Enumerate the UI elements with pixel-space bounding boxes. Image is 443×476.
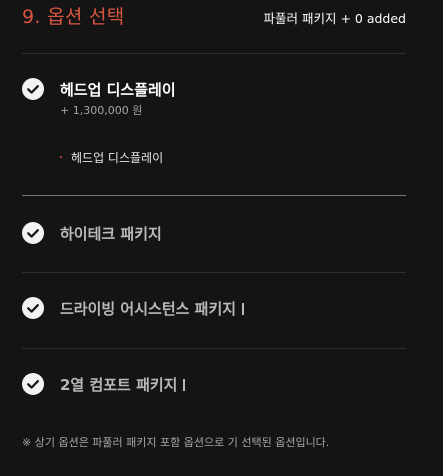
detail-label: 헤드업 디스플레이	[71, 151, 164, 165]
divider	[22, 348, 406, 349]
info-icon[interactable]	[183, 378, 186, 391]
option-price: + 1,300,000 원	[60, 104, 143, 117]
option-head-up-display[interactable]: 헤드업 디스플레이 + 1,300,000 원	[22, 78, 406, 118]
section-title: 9. 옵션 선택	[22, 6, 125, 28]
divider	[22, 53, 406, 54]
divider	[22, 272, 406, 273]
check-circle-icon[interactable]	[22, 297, 44, 319]
option-2nd-row-comfort-package[interactable]: 2열 컴포트 패키지	[22, 373, 406, 397]
option-label: 2열 컴포트 패키지	[60, 376, 178, 394]
footnote: ※ 상기 옵션은 파풀러 패키지 포함 옵션으로 기 선택된 옵션입니다.	[22, 436, 330, 449]
option-detail-item: 헤드업 디스플레이	[60, 149, 163, 166]
header: 9. 옵션 선택 파풀러 패키지 + 0 added	[22, 0, 406, 32]
option-label-wrap: 2열 컴포트 패키지	[60, 374, 186, 395]
option-label: 드라이빙 어시스턴스 패키지	[60, 300, 237, 318]
option-label: 하이테크 패키지	[60, 225, 162, 243]
option-label: 헤드업 디스플레이	[60, 81, 176, 99]
option-label-wrap: 드라이빙 어시스턴스 패키지	[60, 298, 245, 319]
check-circle-icon[interactable]	[22, 78, 44, 100]
option-hi-tech-package[interactable]: 하이테크 패키지	[22, 222, 406, 246]
bullet-icon	[60, 155, 62, 158]
info-icon[interactable]	[242, 302, 245, 315]
added-summary: 파풀러 패키지 + 0 added	[263, 11, 406, 26]
divider	[22, 195, 406, 196]
check-circle-icon[interactable]	[22, 373, 44, 395]
option-driving-assistance-package[interactable]: 드라이빙 어시스턴스 패키지	[22, 297, 406, 321]
check-circle-icon[interactable]	[22, 222, 44, 244]
